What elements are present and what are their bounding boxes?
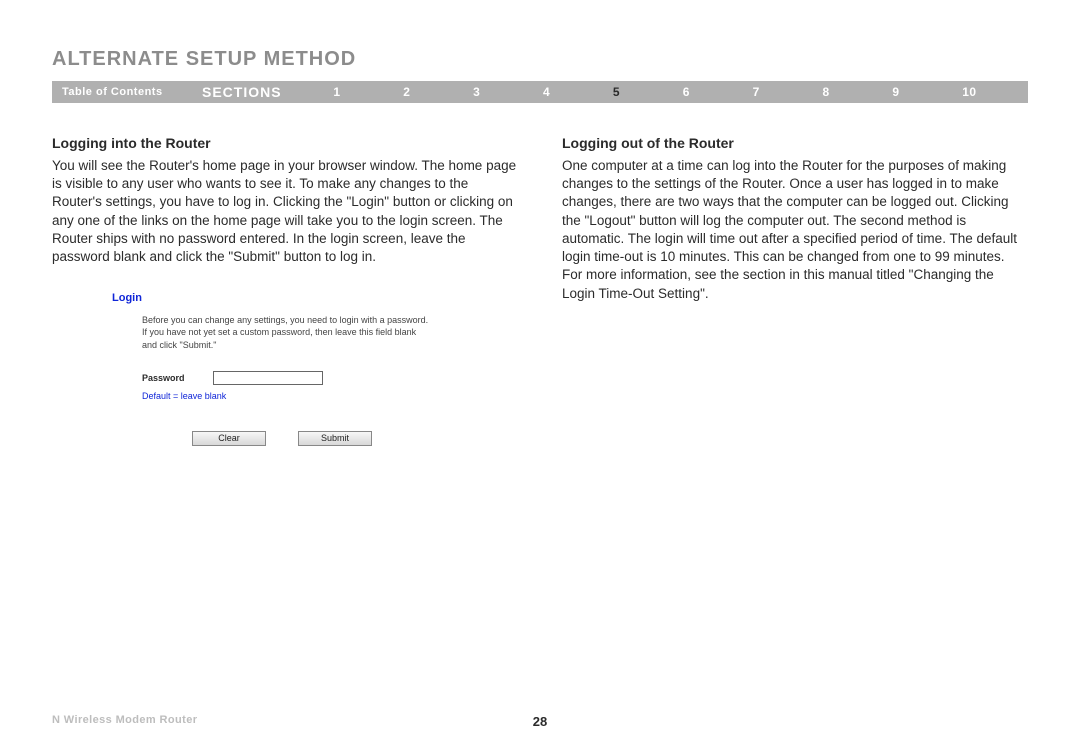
content-columns: Logging into the Router You will see the… (52, 135, 1028, 446)
section-link-7[interactable]: 7 (747, 81, 766, 103)
password-row: Password (142, 371, 432, 385)
product-name: N Wireless Modem Router (52, 714, 197, 726)
section-links: 1 2 3 4 5 6 7 8 9 10 (302, 81, 1028, 103)
section-link-5[interactable]: 5 (607, 81, 626, 103)
section-nav: Table of Contents SECTIONS 1 2 3 4 5 6 7… (52, 81, 1028, 103)
sections-label: SECTIONS (202, 84, 302, 100)
section-link-8[interactable]: 8 (816, 81, 835, 103)
section-link-3[interactable]: 3 (467, 81, 486, 103)
page-footer: N Wireless Modem Router 28 (52, 714, 1028, 726)
section-link-6[interactable]: 6 (677, 81, 696, 103)
login-section-body: You will see the Router's home page in y… (52, 157, 518, 266)
page-number: 28 (533, 714, 547, 729)
page-title: ALTERNATE SETUP METHOD (52, 48, 1028, 71)
section-link-4[interactable]: 4 (537, 81, 556, 103)
section-link-9[interactable]: 9 (886, 81, 905, 103)
document-page: ALTERNATE SETUP METHOD Table of Contents… (0, 0, 1080, 756)
logout-section-body: One computer at a time can log into the … (562, 157, 1028, 303)
section-link-2[interactable]: 2 (397, 81, 416, 103)
toc-link[interactable]: Table of Contents (52, 86, 202, 98)
left-column: Logging into the Router You will see the… (52, 135, 518, 446)
password-hint: Default = leave blank (142, 391, 432, 401)
login-box-instructions: Before you can change any settings, you … (142, 314, 432, 350)
login-box-title: Login (112, 292, 432, 304)
clear-button[interactable]: Clear (192, 431, 266, 446)
submit-button[interactable]: Submit (298, 431, 372, 446)
login-buttons: Clear Submit (192, 431, 432, 446)
password-label: Password (142, 373, 185, 383)
logout-section-heading: Logging out of the Router (562, 135, 1028, 151)
login-section-heading: Logging into the Router (52, 135, 518, 151)
login-screenshot: Login Before you can change any settings… (112, 292, 432, 445)
right-column: Logging out of the Router One computer a… (562, 135, 1028, 446)
password-input[interactable] (213, 371, 323, 385)
section-link-1[interactable]: 1 (327, 81, 346, 103)
section-link-10[interactable]: 10 (956, 81, 982, 103)
